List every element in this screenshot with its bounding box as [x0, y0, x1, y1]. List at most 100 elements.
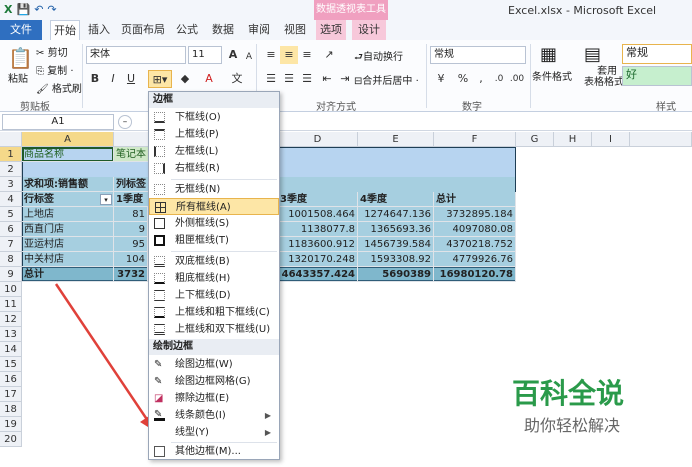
font-color-button[interactable]: A [200, 70, 218, 88]
menu-bottom-border[interactable]: 下框线(O) [149, 109, 279, 126]
copy-button[interactable]: ⎘ 复制 · [36, 62, 74, 77]
menu-top-thick-bottom-border[interactable]: 上框线和粗下框线(C) [149, 304, 279, 321]
right-border-icon [154, 163, 165, 174]
group-divider [426, 44, 427, 108]
menu-thick-bottom-border[interactable]: 粗底框线(H) [149, 270, 279, 287]
menu-right-border[interactable]: 右框线(R) [149, 160, 279, 177]
align-bottom-icon[interactable]: ≡ [298, 46, 316, 64]
line-style-icon [154, 427, 165, 438]
ribbon: 📋 粘贴 ✂ 剪切 ⎘ 复制 · 🖌 格式刷 剪贴板 宋体 11 A A B I… [0, 40, 692, 113]
table-format-icon[interactable]: ▤ [584, 44, 601, 65]
font-size-select[interactable]: 11 [188, 46, 222, 64]
align-middle-icon[interactable]: ≡ [280, 46, 298, 64]
menu-top-double-bottom-border[interactable]: 上框线和双下框线(U) [149, 321, 279, 338]
menu-more-borders[interactable]: 其他边框(M)... [149, 443, 279, 460]
orientation-icon[interactable]: ↗ [320, 46, 338, 64]
bold-button[interactable]: B [86, 70, 104, 88]
cancel-formula-icon[interactable]: – [118, 115, 132, 129]
menu-thick-box-border[interactable]: 粗匣框线(T) [149, 232, 279, 249]
align-left-icon[interactable]: ☰ [262, 70, 280, 88]
menu-draw-border-grid[interactable]: ✎ 绘图边框网格(G) [149, 373, 279, 390]
tab-insert[interactable]: 插入 [84, 20, 114, 40]
wrap-icon: ⮐ [354, 52, 363, 63]
save-icon[interactable]: 💾 [16, 3, 30, 16]
menu-divider [171, 251, 277, 252]
submenu-arrow-icon: ▶ [264, 411, 271, 420]
undo-icon[interactable]: ↶ [34, 3, 43, 16]
tab-formulas[interactable]: 公式 [172, 20, 202, 40]
ribbon-tabs: 文件 开始 插入 页面布局 公式 数据 审阅 视图 选项 设计 [0, 20, 692, 40]
tab-data[interactable]: 数据 [208, 20, 238, 40]
menu-top-border[interactable]: 上框线(P) [149, 126, 279, 143]
clipboard-group-label: 剪贴板 [20, 102, 50, 113]
tab-view[interactable]: 视图 [280, 20, 310, 40]
conditional-format-icon[interactable]: ▦ [540, 44, 557, 65]
border-menu: 边框 下框线(O) 上框线(P) 左框线(L) 右框线(R) 无框线(N) 所有… [148, 91, 280, 460]
menu-divider [171, 179, 277, 180]
increase-indent-icon[interactable]: ⇥ [336, 70, 354, 88]
fill-color-button[interactable]: ◆ [176, 70, 194, 88]
top-double-bottom-border-icon [154, 324, 165, 335]
tab-file[interactable]: 文件 [0, 20, 42, 40]
phonetic-button[interactable]: 文 [228, 70, 246, 88]
context-tab-title: 数据透视表工具 [314, 0, 388, 20]
style-normal[interactable]: 常规 [622, 44, 692, 64]
menu-erase-border[interactable]: ◪ 擦除边框(E) [149, 390, 279, 407]
underline-button[interactable]: U [122, 70, 140, 88]
decrease-indent-icon[interactable]: ⇤ [318, 70, 336, 88]
menu-all-borders[interactable]: 所有框线(A) [149, 198, 279, 215]
conditional-format-button[interactable]: 条件格式 [532, 68, 572, 83]
menu-top-bottom-border[interactable]: 上下框线(D) [149, 287, 279, 304]
menu-line-style[interactable]: 线型(Y) ▶ [149, 424, 279, 441]
menu-line-color[interactable]: ✎ 线条颜色(I) ▶ [149, 407, 279, 424]
name-box[interactable]: A1 [2, 114, 114, 130]
format-painter-button[interactable]: 🖌 格式刷 [36, 80, 82, 95]
group-divider [82, 44, 83, 108]
menu-draw-border[interactable]: ✎ 绘图边框(W) [149, 356, 279, 373]
merge-center-button[interactable]: ⊟合并后居中 · [354, 72, 419, 87]
formula-bar: A1 – [0, 113, 692, 131]
excel-logo-icon[interactable]: X [4, 3, 12, 16]
menu-no-border[interactable]: 无框线(N) [149, 181, 279, 198]
bottom-border-icon [154, 112, 165, 123]
top-thick-bottom-border-icon [154, 307, 165, 318]
menu-header-draw: 绘制边框 [149, 339, 279, 355]
align-center-icon[interactable]: ☰ [280, 70, 298, 88]
watermark-title: 百科全说 [512, 377, 625, 410]
percent-icon[interactable]: % [454, 70, 472, 88]
all-borders-icon [155, 202, 166, 213]
styles-group-label: 样式 [656, 102, 676, 113]
align-top-icon[interactable]: ≡ [262, 46, 280, 64]
menu-left-border[interactable]: 左框线(L) [149, 143, 279, 160]
menu-header-border: 边框 [149, 92, 279, 108]
thick-bottom-border-icon [154, 273, 165, 284]
align-right-icon[interactable]: ☰ [298, 70, 316, 88]
cut-button[interactable]: ✂ 剪切 [36, 44, 68, 59]
eraser-icon: ◪ [154, 393, 164, 404]
thick-box-border-icon [154, 235, 165, 246]
menu-double-bottom-border[interactable]: 双底框线(B) [149, 253, 279, 270]
number-format-select[interactable]: 常规 [430, 46, 526, 64]
tab-page-layout[interactable]: 页面布局 [118, 20, 168, 40]
tab-options[interactable]: 选项 [316, 20, 346, 40]
arrow-shaft [54, 283, 152, 425]
tab-review[interactable]: 审阅 [244, 20, 274, 40]
wrap-text-button[interactable]: ⮐自动换行 [354, 48, 403, 67]
currency-icon[interactable]: ¥ [432, 70, 450, 88]
paste-icon[interactable]: 📋 [8, 46, 33, 70]
comma-icon[interactable]: , [472, 70, 490, 88]
italic-button[interactable]: I [104, 70, 122, 88]
menu-outside-borders[interactable]: 外侧框线(S) [149, 215, 279, 232]
increase-decimal-icon[interactable]: .0 [490, 70, 508, 88]
tab-design[interactable]: 设计 [352, 20, 386, 40]
style-good[interactable]: 好 [622, 66, 692, 86]
border-dropdown-button[interactable]: ⊞▾ [148, 70, 172, 88]
watermark-subtitle: 助你轻松解决 [524, 416, 621, 435]
window-title: Excel.xlsx - Microsoft Excel [508, 4, 657, 17]
font-name-select[interactable]: 宋体 [86, 46, 186, 64]
tab-home[interactable]: 开始 [50, 20, 80, 40]
paste-button[interactable]: 粘贴 [8, 70, 28, 85]
alignment-group-label: 对齐方式 [316, 102, 356, 113]
redo-icon[interactable]: ↷ [47, 3, 56, 16]
decrease-decimal-icon[interactable]: .00 [508, 70, 526, 88]
